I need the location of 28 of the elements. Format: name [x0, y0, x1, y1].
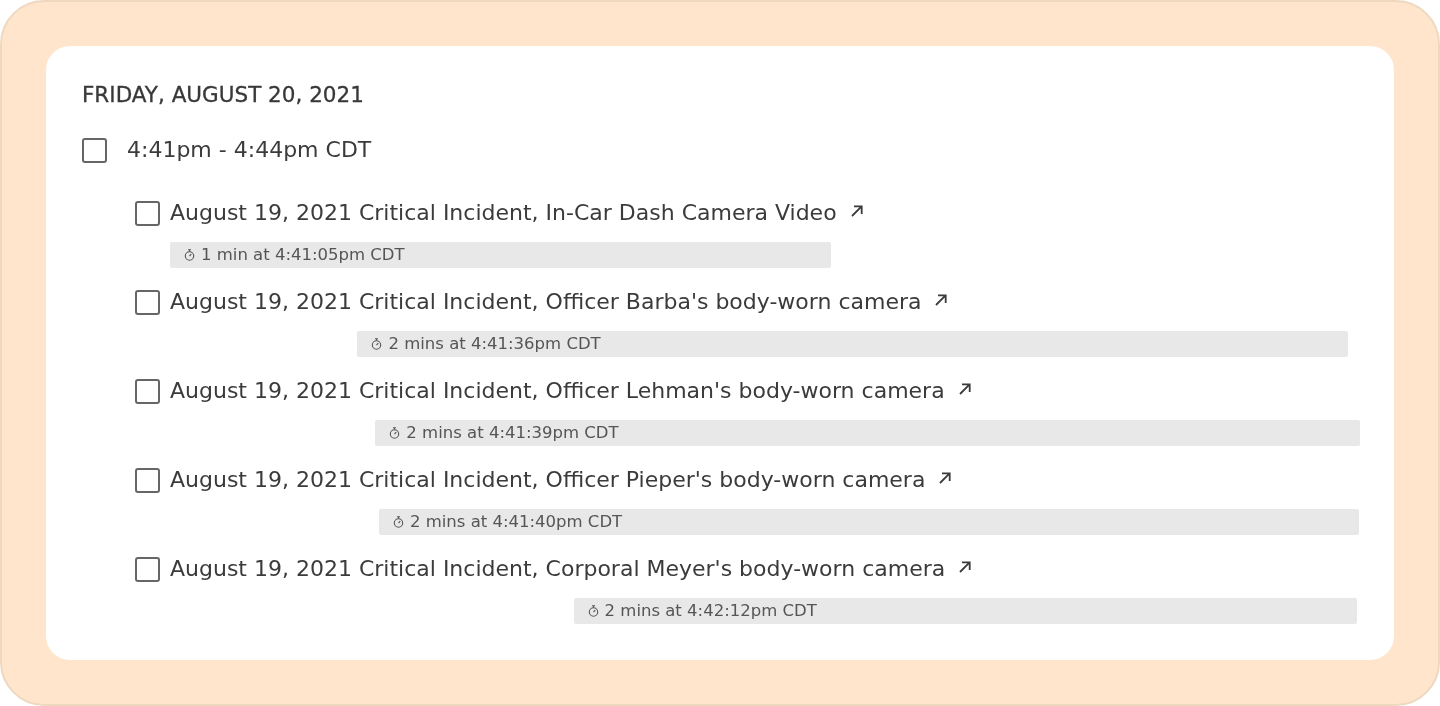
- checkbox[interactable]: [135, 289, 160, 315]
- diagonal-arrow-icon[interactable]: [959, 560, 972, 573]
- stopwatch-icon: [392, 516, 404, 528]
- checkbox[interactable]: [135, 378, 160, 404]
- checkbox[interactable]: [135, 467, 160, 493]
- day-heading: FRIDAY, AUGUST 20, 2021: [82, 81, 364, 109]
- video-link[interactable]: August 19, 2021 Critical Incident, Officer Barba's body-worn camera: [170, 288, 922, 316]
- stopwatch-icon: [184, 249, 195, 261]
- duration-label: 2 mins at 4:42:12pm CDT: [604, 601, 817, 621]
- duration-label: 2 mins at 4:41:40pm CDT: [409, 512, 623, 532]
- stopwatch-icon: [587, 605, 599, 617]
- video-link[interactable]: August 19, 2021 Critical Incident, Officer Pieper's body-worn camera: [170, 466, 926, 494]
- duration-label: 1 min at 4:41:05pm CDT: [201, 245, 405, 265]
- diagonal-arrow-icon[interactable]: [958, 382, 971, 395]
- time-range-label: 4:41pm - 4:44pm CDT: [127, 136, 372, 164]
- stopwatch-icon: [389, 427, 401, 439]
- checkbox[interactable]: [135, 556, 160, 582]
- video-link[interactable]: August 19, 2021 Critical Incident, Corporal Meyer's body-worn camera: [170, 555, 946, 583]
- checkbox[interactable]: [82, 137, 107, 163]
- diagonal-arrow-icon[interactable]: [939, 471, 952, 484]
- diagonal-arrow-icon[interactable]: [850, 204, 863, 217]
- video-link[interactable]: August 19, 2021 Critical Incident, Officer Lehman's body-worn camera: [170, 377, 945, 405]
- duration-label: 2 mins at 4:41:36pm CDT: [388, 334, 601, 354]
- video-link[interactable]: August 19, 2021 Critical Incident, In-Car Dash Camera Video: [170, 199, 837, 227]
- diagonal-arrow-icon[interactable]: [935, 293, 948, 306]
- duration-label: 2 mins at 4:41:39pm CDT: [406, 423, 619, 443]
- checkbox[interactable]: [135, 200, 160, 226]
- stopwatch-icon: [371, 338, 383, 350]
